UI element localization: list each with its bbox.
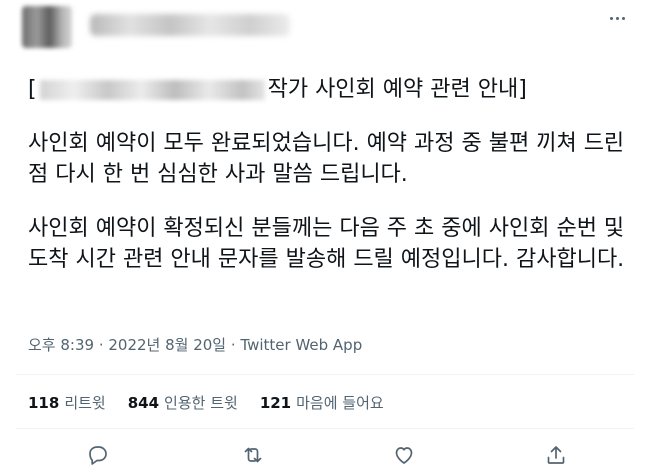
quotes-count: 844 (127, 394, 160, 412)
tweet-stats: 118 리트윗 844 인용한 트윗 121 마음에 들어요 (28, 392, 384, 413)
retweets-stat[interactable]: 118 리트윗 (28, 392, 106, 413)
tweet-actions (0, 440, 650, 470)
share-icon[interactable] (544, 443, 568, 467)
more-dots-icon[interactable] (604, 8, 630, 28)
redacted-author (39, 79, 265, 100)
tweet-timestamp[interactable]: 오후 8:39 · 2022년 8월 20일 · Twitter Web App (28, 334, 362, 355)
retweets-count: 118 (28, 394, 60, 412)
divider (16, 428, 634, 429)
heart-icon[interactable] (392, 443, 416, 467)
author-name-redacted[interactable] (90, 14, 290, 36)
likes-count: 121 (259, 394, 292, 412)
quotes-stat[interactable]: 844 인용한 트윗 (128, 392, 238, 413)
title-open-bracket: [ (28, 77, 37, 102)
reply-icon[interactable] (86, 443, 110, 467)
retweet-icon[interactable] (241, 443, 265, 467)
tweet-header (0, 0, 650, 64)
tweet-body: [ 작가 사인회 예약 관련 안내] 사인회 예약이 모두 완료되었습니다. 예… (28, 74, 628, 298)
divider (16, 374, 634, 375)
tweet-paragraph-2: 사인회 예약이 확정되신 분들께는 다음 주 초 중에 사인회 순번 및 도착 … (28, 216, 625, 272)
title-suffix: 작가 사인회 예약 관련 안내] (267, 77, 527, 102)
likes-stat[interactable]: 121 마음에 들어요 (260, 392, 384, 413)
quotes-label: 인용한 트윗 (164, 394, 238, 412)
retweets-label: 리트윗 (64, 394, 106, 412)
likes-label: 마음에 들어요 (296, 394, 384, 412)
avatar[interactable] (22, 6, 72, 48)
tweet-title: [ 작가 사인회 예약 관련 안내] (28, 74, 628, 105)
tweet-paragraph-1: 사인회 예약이 모두 완료되었습니다. 예약 과정 중 불편 끼쳐 드린 점 다… (28, 131, 625, 187)
